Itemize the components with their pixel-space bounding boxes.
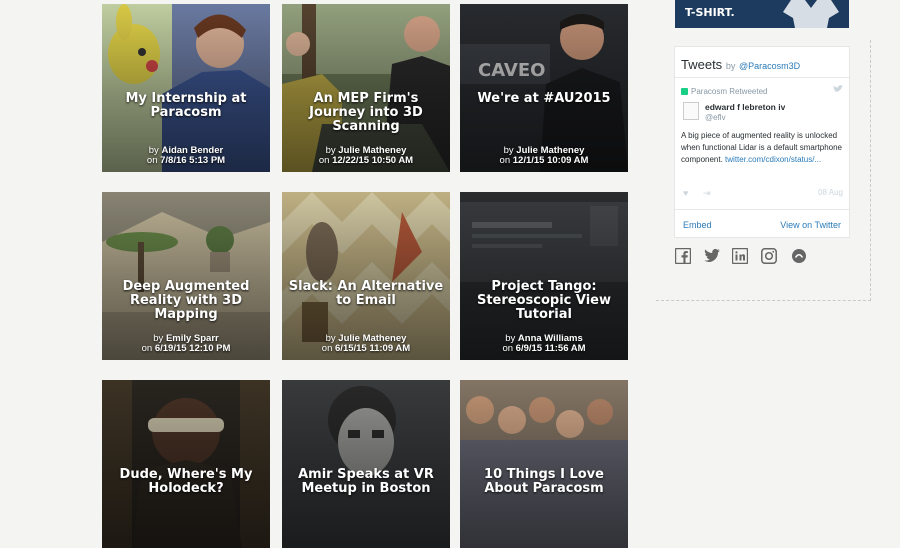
- post-meta: by Anna Williams on 6/9/15 11:56 AM: [502, 333, 586, 354]
- post-date: 7/8/16 5:13 PM: [160, 155, 226, 166]
- banner-text: T-SHIRT.: [685, 6, 735, 19]
- post-card[interactable]: Amir Speaks at VR Meetup in Boston: [282, 380, 450, 548]
- post-meta: by Emily Sparr on 6/19/15 12:10 PM: [141, 333, 231, 354]
- linkedin-icon[interactable]: [732, 248, 748, 264]
- post-meta: by Julie Matheney on 6/15/15 11:09 AM: [321, 333, 411, 354]
- avatar[interactable]: [683, 102, 699, 120]
- tweet-author-handle[interactable]: @eflv: [705, 113, 726, 122]
- tweet-author-name[interactable]: edward f lebreton iv: [705, 102, 785, 112]
- post-title[interactable]: Dude, Where's My Holodeck?: [108, 468, 264, 496]
- post-title[interactable]: Slack: An Alternative to Email: [288, 280, 444, 308]
- post-card[interactable]: Deep Augmented Reality with 3D Mapping b…: [102, 192, 270, 360]
- retweet-icon: [681, 88, 688, 96]
- twitter-icon[interactable]: [704, 248, 720, 264]
- post-meta: by Aidan Bender on 7/8/16 5:13 PM: [146, 145, 226, 166]
- share-icon[interactable]: ⇥: [703, 188, 711, 199]
- post-date: 6/15/15 11:09 AM: [335, 343, 411, 354]
- divider: [675, 77, 849, 78]
- instagram-icon[interactable]: [761, 248, 777, 264]
- tweet-text: A big piece of augmented reality is unlo…: [681, 131, 842, 164]
- view-on-twitter-link[interactable]: View on Twitter: [780, 220, 841, 230]
- retweet-indicator: Paracosm Retweeted: [681, 87, 767, 96]
- post-card[interactable]: My Internship at Paracosm by Aidan Bende…: [102, 4, 270, 172]
- post-date: 6/19/15 12:10 PM: [154, 343, 231, 354]
- post-card[interactable]: CAVEO We're at #AU2015 by Julie Matheney…: [460, 4, 628, 172]
- post-card[interactable]: Slack: An Alternative to Email by Julie …: [282, 192, 450, 360]
- post-title[interactable]: My Internship at Paracosm: [108, 92, 264, 120]
- post-title[interactable]: 10 Things I Love About Paracosm: [466, 468, 622, 496]
- tweets-header: Tweets by @Paracosm3D: [681, 57, 800, 72]
- post-title[interactable]: An MEP Firm's Journey into 3D Scanning: [288, 92, 444, 134]
- tweets-title: Tweets: [681, 57, 723, 72]
- embed-link[interactable]: Embed: [683, 220, 712, 230]
- post-date: 12/1/15 10:09 AM: [512, 155, 589, 166]
- divider: [675, 209, 849, 210]
- facebook-icon[interactable]: [675, 248, 691, 264]
- post-title[interactable]: Project Tango: Stereoscopic View Tutoria…: [466, 280, 622, 322]
- post-card[interactable]: Project Tango: Stereoscopic View Tutoria…: [460, 192, 628, 360]
- post-meta: by Julie Matheney on 12/22/15 10:50 AM: [318, 145, 414, 166]
- post-date: 12/22/15 10:50 AM: [332, 155, 414, 166]
- post-title[interactable]: Deep Augmented Reality with 3D Mapping: [108, 280, 264, 322]
- twitter-timeline: Tweets by @Paracosm3D Paracosm Retweeted…: [674, 46, 850, 238]
- post-title[interactable]: We're at #AU2015: [466, 92, 622, 106]
- tweets-by: by: [725, 61, 736, 71]
- tweets-handle-link[interactable]: @Paracosm3D: [739, 61, 800, 71]
- post-card[interactable]: An MEP Firm's Journey into 3D Scanning b…: [282, 4, 450, 172]
- post-meta: by Julie Matheney on 12/1/15 10:09 AM: [499, 145, 589, 166]
- post-date: 6/9/15 11:56 AM: [515, 343, 586, 354]
- post-title[interactable]: Amir Speaks at VR Meetup in Boston: [288, 468, 444, 496]
- generic-icon[interactable]: [791, 248, 807, 264]
- post-card[interactable]: 10 Things I Love About Paracosm: [460, 380, 628, 548]
- tweet-date[interactable]: 08 Aug: [818, 188, 843, 197]
- like-icon[interactable]: ♥: [683, 188, 688, 198]
- tweet-link[interactable]: twitter.com/cdixon/status/...: [725, 155, 821, 164]
- shirt-icon: [783, 0, 839, 28]
- post-card[interactable]: Dude, Where's My Holodeck?: [102, 380, 270, 548]
- twitter-bird-icon[interactable]: [833, 85, 843, 93]
- promo-banner[interactable]: T-SHIRT.: [675, 0, 849, 28]
